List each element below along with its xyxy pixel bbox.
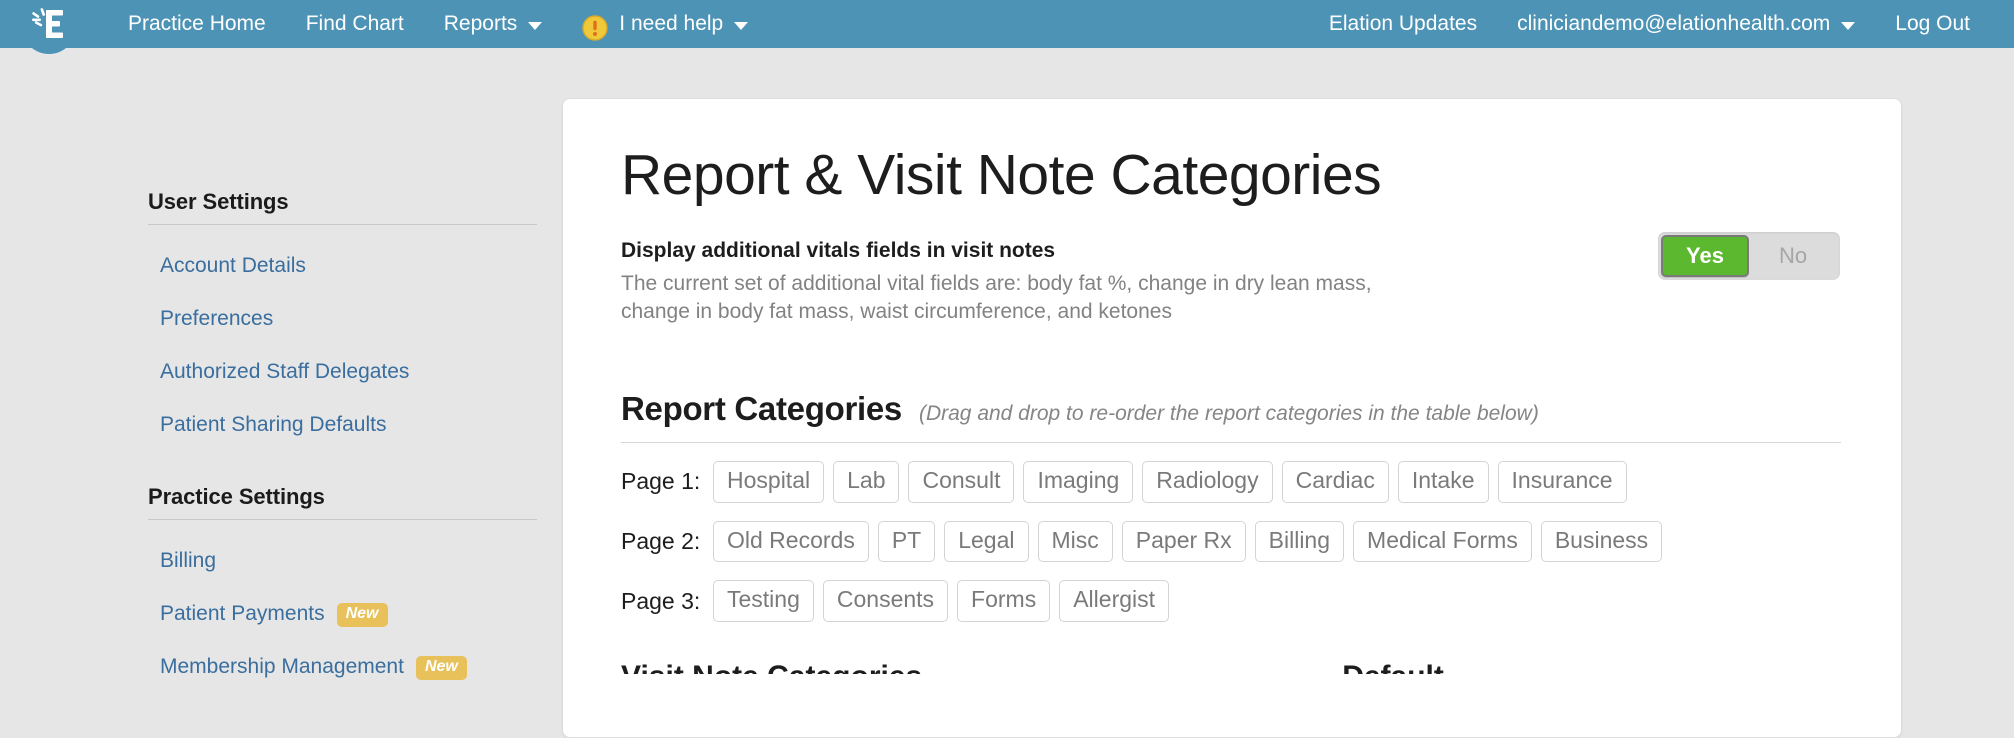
sidebar-item-label: Patient Sharing Defaults: [160, 413, 387, 436]
nav-item-practice-home[interactable]: Practice Home: [108, 0, 286, 48]
report-category-page-row: Page 1: Hospital Lab Consult Imaging Rad…: [621, 460, 1841, 503]
sidebar-item-account-details[interactable]: Account Details: [160, 254, 562, 278]
sidebar-item-patient-sharing-defaults[interactable]: Patient Sharing Defaults: [160, 413, 562, 437]
top-navigation-bar: Practice Home Find Chart Reports I need …: [0, 0, 2014, 54]
chevron-down-icon: [734, 22, 749, 30]
report-categories-hint: (Drag and drop to re-order the report ca…: [918, 401, 1539, 425]
report-category-chip[interactable]: Legal: [944, 520, 1029, 563]
new-badge: New: [415, 656, 467, 680]
sidebar-item-authorized-staff-delegates[interactable]: Authorized Staff Delegates: [160, 360, 562, 384]
report-category-chip[interactable]: Radiology: [1142, 460, 1273, 503]
nav-item-find-chart[interactable]: Find Chart: [286, 0, 424, 48]
sidebar-item-membership-management[interactable]: Membership Management New: [160, 655, 562, 680]
report-category-chip[interactable]: Testing: [713, 580, 814, 623]
toggle-option-no[interactable]: No: [1749, 235, 1837, 277]
page-body: User Settings Account Details Preference…: [0, 48, 2014, 738]
report-category-chip[interactable]: Imaging: [1023, 460, 1134, 503]
nav-item-i-need-help-label: I need help: [619, 12, 724, 35]
additional-vitals-setting-row: Display additional vitals fields in visi…: [621, 232, 1841, 326]
nav-item-elation-updates-label: Elation Updates: [1328, 12, 1478, 35]
main-content-card: Report & Visit Note Categories Display a…: [562, 98, 1902, 738]
user-email-label: cliniciandemo@elationhealth.com: [1517, 12, 1831, 35]
sidebar-item-billing[interactable]: Billing: [160, 549, 562, 573]
nav-item-user-account[interactable]: cliniciandemo@elationhealth.com: [1497, 0, 1875, 48]
secondary-nav-links: Elation Updates cliniciandemo@elationhea…: [1309, 0, 1990, 48]
report-category-chip[interactable]: Intake: [1397, 460, 1489, 503]
settings-sidebar: User Settings Account Details Preference…: [0, 48, 562, 680]
report-category-chip[interactable]: Allergist: [1059, 580, 1170, 623]
sidebar-item-patient-payments[interactable]: Patient Payments New: [160, 602, 562, 627]
nav-item-practice-home-label: Practice Home: [128, 12, 266, 35]
report-category-chip[interactable]: Lab: [833, 460, 900, 503]
report-categories-header: Report Categories (Drag and drop to re-o…: [621, 390, 1841, 443]
report-category-chip[interactable]: Consult: [908, 460, 1015, 503]
report-category-chip[interactable]: Paper Rx: [1121, 520, 1246, 563]
log-out-label: Log Out: [1895, 12, 1970, 35]
chevron-down-icon: [1841, 22, 1856, 30]
sidebar-item-label: Membership Management: [160, 655, 404, 678]
sidebar-item-label: Preferences: [160, 307, 274, 330]
report-categories-title: Report Categories: [621, 389, 902, 427]
sidebar-item-label: Billing: [160, 549, 217, 572]
new-badge: New: [336, 603, 388, 627]
nav-item-log-out[interactable]: Log Out: [1875, 0, 1990, 48]
sidebar-item-preferences[interactable]: Preferences: [160, 307, 562, 331]
report-category-chip[interactable]: Forms: [957, 580, 1051, 623]
sidebar-group-title-practice-settings: Practice Settings: [148, 484, 537, 520]
page-label: Page 2:: [621, 527, 701, 554]
nav-item-find-chart-label: Find Chart: [305, 12, 404, 35]
page-title: Report & Visit Note Categories: [621, 143, 1382, 207]
elation-e-logo-icon[interactable]: [22, 2, 76, 46]
clipped-section-title-right: Default: [1342, 662, 1444, 674]
warning-circle-icon: [582, 11, 608, 41]
page-label: Page 3:: [621, 587, 701, 614]
report-category-chip[interactable]: Billing: [1254, 520, 1345, 563]
nav-item-reports[interactable]: Reports: [424, 0, 563, 48]
sidebar-item-label: Patient Payments: [160, 602, 325, 625]
toggle-option-yes[interactable]: Yes: [1661, 235, 1749, 277]
sidebar-group-spacer: [148, 437, 562, 484]
sidebar-item-label: Authorized Staff Delegates: [160, 360, 410, 383]
report-category-chip[interactable]: Consents: [822, 580, 949, 623]
report-category-chip[interactable]: Medical Forms: [1353, 520, 1532, 563]
clipped-section-title-left: Visit Note Categories: [621, 662, 922, 674]
additional-vitals-description: The current set of additional vital fiel…: [621, 272, 1372, 323]
report-category-chip[interactable]: PT: [877, 520, 936, 563]
page-label: Page 1:: [621, 468, 701, 495]
report-category-chip[interactable]: Cardiac: [1281, 460, 1389, 503]
report-category-page-row: Page 2: Old Records PT Legal Misc Paper …: [621, 520, 1841, 563]
nav-item-reports-label: Reports: [443, 12, 518, 35]
report-category-chip[interactable]: Misc: [1037, 520, 1113, 563]
clipped-next-section: Visit Note Categories Default: [621, 662, 1841, 674]
report-category-chip[interactable]: Old Records: [713, 520, 869, 563]
report-category-chip[interactable]: Hospital: [713, 460, 825, 503]
chevron-down-icon: [528, 22, 543, 30]
primary-nav-links: Practice Home Find Chart Reports I need …: [108, 0, 768, 48]
nav-item-elation-updates[interactable]: Elation Updates: [1309, 0, 1497, 48]
sidebar-item-label: Account Details: [160, 254, 306, 277]
additional-vitals-toggle[interactable]: Yes No: [1658, 232, 1840, 280]
report-category-chip[interactable]: Business: [1540, 520, 1663, 563]
report-category-chip[interactable]: Insurance: [1497, 460, 1627, 503]
sidebar-group-title-user-settings: User Settings: [148, 189, 537, 225]
report-category-page-row: Page 3: Testing Consents Forms Allergist: [621, 580, 1841, 623]
nav-item-i-need-help[interactable]: I need help: [562, 0, 768, 48]
